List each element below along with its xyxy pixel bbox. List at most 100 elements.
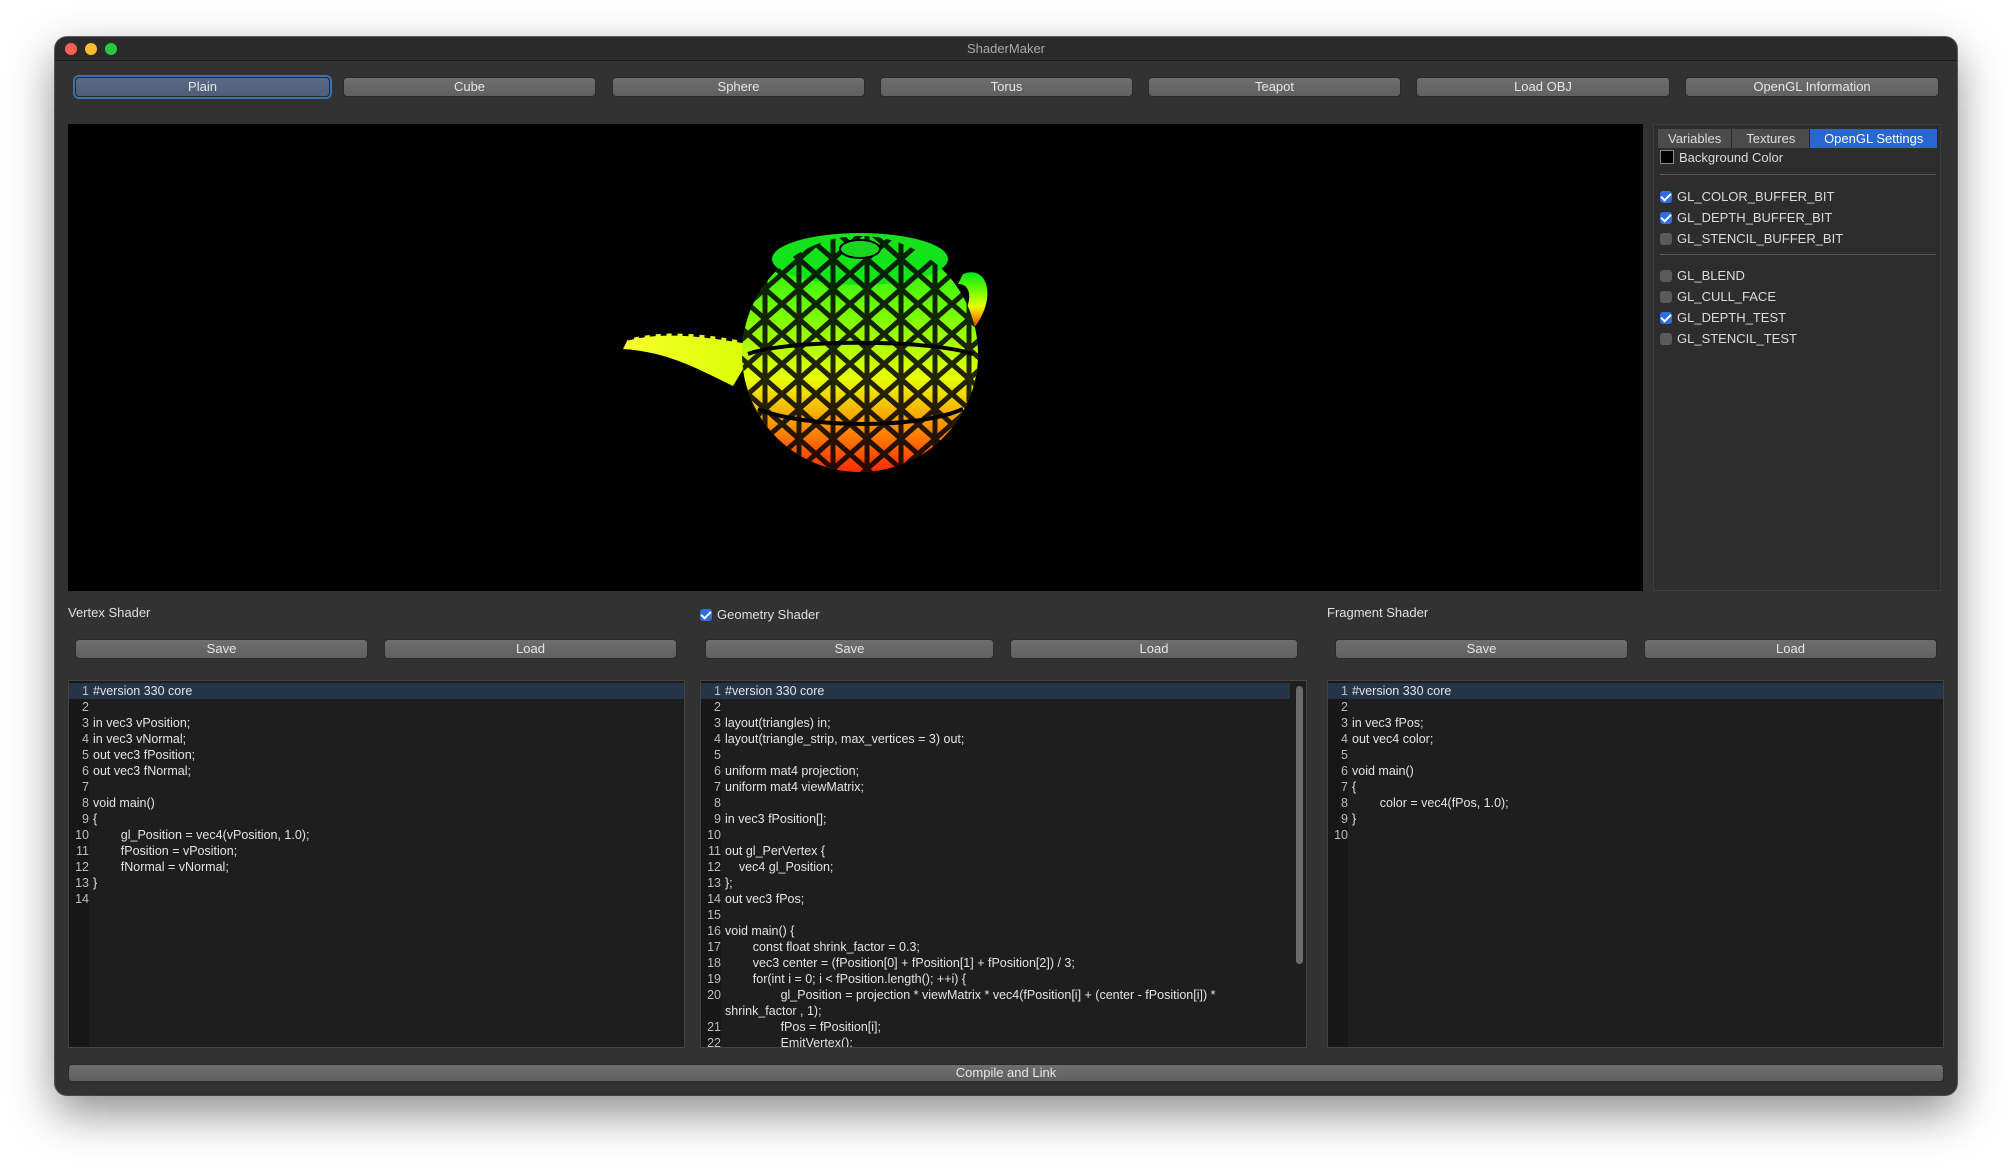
code-line: 11 fPosition = vPosition; xyxy=(69,843,684,859)
sphere-button[interactable]: Sphere xyxy=(612,77,865,97)
code-line: 5 out vec3 fPosition; xyxy=(69,747,684,763)
gl-blend-checkbox[interactable]: GL_BLEND xyxy=(1660,268,1745,284)
line-text: EmitVertex(); xyxy=(725,1036,853,1048)
code-line: 3 in vec3 vPosition; xyxy=(69,715,684,731)
tab-opengl-settings[interactable]: OpenGL Settings xyxy=(1810,129,1938,148)
line-number: 19 xyxy=(707,972,721,986)
background-color-option[interactable]: Background Color xyxy=(1660,150,1783,166)
line-number: 7 xyxy=(1341,780,1348,794)
line-text: void main() { xyxy=(725,924,795,938)
code-line: 5 xyxy=(701,747,1290,763)
code-line: 10 gl_Position = vec4(vPosition, 1.0); xyxy=(69,827,684,843)
line-number: 1 xyxy=(1341,684,1348,698)
settings-panel: Variables Textures OpenGL Settings Backg… xyxy=(1653,124,1941,591)
teapot-button[interactable]: Teapot xyxy=(1148,77,1401,97)
code-line: 4 layout(triangle_strip, max_vertices = 3… xyxy=(701,731,1290,747)
code-line: 15 xyxy=(701,907,1290,923)
line-number: 11 xyxy=(708,844,721,858)
line-number: 12 xyxy=(707,860,721,874)
code-line: 3 layout(triangles) in; xyxy=(701,715,1290,731)
cube-button[interactable]: Cube xyxy=(343,77,596,97)
line-number: 21 xyxy=(707,1020,721,1034)
line-number: 2 xyxy=(1341,700,1348,714)
tab-variables[interactable]: Variables xyxy=(1658,129,1733,148)
checkbox-icon xyxy=(1660,291,1672,303)
opengl-information-button[interactable]: OpenGL Information xyxy=(1685,77,1939,97)
line-number: 6 xyxy=(1341,764,1348,778)
code-lines: 1 #version 330 core 2 3 in vec3 vPosition; 4 i… xyxy=(69,683,684,907)
code-line: 4 in vec3 vNormal; xyxy=(69,731,684,747)
line-number: 20 xyxy=(707,988,721,1002)
line-number: 9 xyxy=(82,812,89,826)
line-text: } xyxy=(1352,812,1357,826)
line-number: 7 xyxy=(714,780,721,794)
window-title: ShaderMaker xyxy=(966,41,1046,56)
line-number: 7 xyxy=(82,780,89,794)
code-line: 10 xyxy=(1328,827,1943,843)
vertical-scrollbar[interactable] xyxy=(1296,686,1303,964)
code-line: 14 xyxy=(69,891,684,907)
gl-cull-face-checkbox[interactable]: GL_CULL_FACE xyxy=(1660,289,1776,305)
gl-stencil-test-checkbox[interactable]: GL_STENCIL_TEST xyxy=(1660,331,1797,347)
gl-color-buffer-bit-checkbox[interactable]: GL_COLOR_BUFFER_BIT xyxy=(1660,189,1835,205)
vertex-save-button[interactable]: Save xyxy=(75,639,368,659)
fragment-save-button[interactable]: Save xyxy=(1335,639,1628,659)
code-line: 20 gl_Position = projection * viewMatrix… xyxy=(701,987,1290,1003)
fragment-load-button[interactable]: Load xyxy=(1644,639,1937,659)
tab-textures[interactable]: Textures xyxy=(1732,129,1811,148)
code-line: 4 out vec4 color; xyxy=(1328,731,1943,747)
line-number: 8 xyxy=(714,796,721,810)
code-line: 1 #version 330 core xyxy=(701,683,1290,699)
code-line: 8 xyxy=(701,795,1290,811)
compile-and-link-button[interactable]: Compile and Link xyxy=(68,1064,1944,1082)
line-number: 11 xyxy=(76,844,89,858)
code-line: 22 EmitVertex(); xyxy=(701,1035,1290,1048)
line-number: 4 xyxy=(1341,732,1348,746)
line-number: 2 xyxy=(82,700,89,714)
line-number: 22 xyxy=(707,1036,721,1048)
line-text: uniform mat4 viewMatrix; xyxy=(725,780,864,794)
line-text: layout(triangle_strip, max_vertices = 3)… xyxy=(725,732,965,746)
code-line: 1 #version 330 core xyxy=(69,683,684,699)
geometry-load-button[interactable]: Load xyxy=(1010,639,1298,659)
load-obj-button[interactable]: Load OBJ xyxy=(1416,77,1670,97)
vertex-shader-editor[interactable]: 1 #version 330 core 2 3 in vec3 vPosition; 4 i… xyxy=(68,680,685,1048)
code-line: 12 vec4 gl_Position; xyxy=(701,859,1290,875)
torus-button[interactable]: Torus xyxy=(880,77,1133,97)
settings-tabs: Variables Textures OpenGL Settings xyxy=(1658,129,1938,148)
code-line: 11 out gl_PerVertex { xyxy=(701,843,1290,859)
line-text: void main() xyxy=(93,796,155,810)
line-number: 17 xyxy=(707,940,721,954)
code-line: 6 void main() xyxy=(1328,763,1943,779)
line-number: 5 xyxy=(82,748,89,762)
gl-depth-buffer-bit-checkbox[interactable]: GL_DEPTH_BUFFER_BIT xyxy=(1660,210,1832,226)
gl-depth-test-checkbox[interactable]: GL_DEPTH_TEST xyxy=(1660,310,1786,326)
code-line: 14 out vec3 fPos; xyxy=(701,891,1290,907)
code-line: 13} xyxy=(69,875,684,891)
title-bar: ShaderMaker xyxy=(55,37,1957,61)
fragment-shader-editor[interactable]: 1 #version 330 core 2 3 in vec3 fPos; 4 out ve… xyxy=(1327,680,1944,1048)
checkbox-icon xyxy=(1660,333,1672,345)
fragment-shader-label: Fragment Shader xyxy=(1327,605,1429,620)
line-number: 8 xyxy=(1341,796,1348,810)
line-text: in vec3 vNormal; xyxy=(93,732,187,746)
code-line: 3 in vec3 fPos; xyxy=(1328,715,1943,731)
line-text: in vec3 fPosition[]; xyxy=(725,812,827,826)
vertex-load-button[interactable]: Load xyxy=(384,639,677,659)
background-color-swatch[interactable] xyxy=(1660,150,1674,164)
plain-button[interactable]: Plain xyxy=(75,77,330,97)
geometry-shader-toggle[interactable]: Geometry Shader xyxy=(700,607,820,622)
line-number: 8 xyxy=(82,796,89,810)
checkbox-icon xyxy=(1660,233,1672,245)
geometry-shader-editor[interactable]: 1 #version 330 core 2 3 layout(triangles) in… xyxy=(700,680,1307,1048)
line-text: out vec3 fPosition; xyxy=(93,748,196,762)
line-number: 5 xyxy=(1341,748,1348,762)
code-line: 7 uniform mat4 viewMatrix; xyxy=(701,779,1290,795)
line-text: for(int i = 0; i < fPosition.length(); +… xyxy=(725,972,967,986)
line-number: 14 xyxy=(75,892,89,906)
line-text: in vec3 fPos; xyxy=(1352,716,1424,730)
code-line: 9} xyxy=(1328,811,1943,827)
geometry-save-button[interactable]: Save xyxy=(705,639,994,659)
gl-stencil-buffer-bit-checkbox[interactable]: GL_STENCIL_BUFFER_BIT xyxy=(1660,231,1843,247)
render-viewport[interactable] xyxy=(68,124,1643,591)
